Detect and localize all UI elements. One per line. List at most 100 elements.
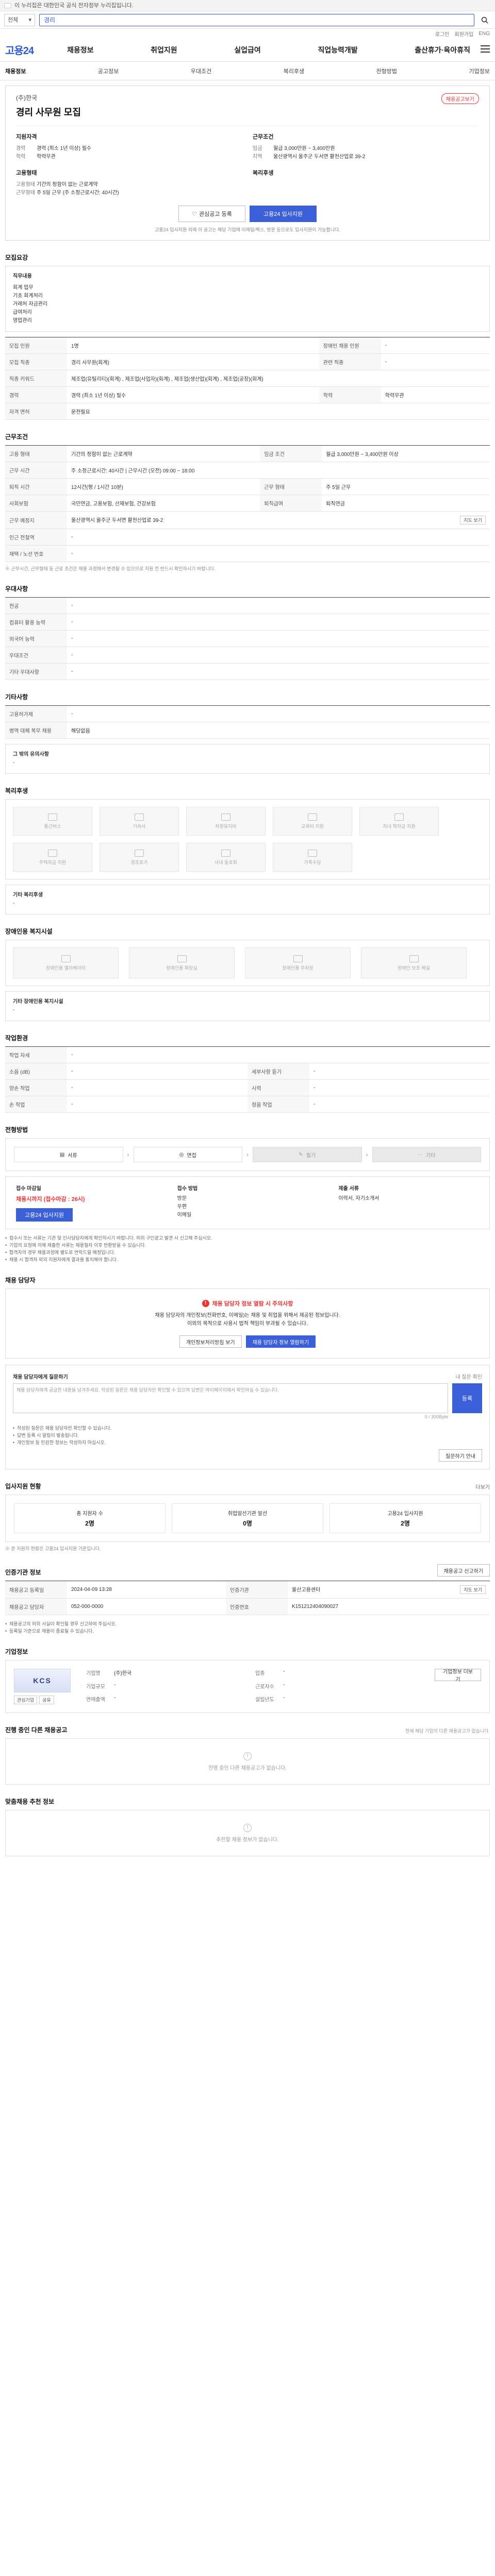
lnb-tab-preference[interactable]: 우대조건	[191, 67, 211, 75]
disability-extra-box: 기타 장애인용 복지시설 -	[5, 991, 490, 1021]
welfare-item: 경조휴가	[100, 843, 179, 872]
menu-item-employment-support[interactable]: 취업지원	[151, 45, 177, 55]
menu-item-training[interactable]: 직업능력개발	[318, 45, 357, 55]
search-button[interactable]	[478, 14, 491, 26]
table-row: 근무 시간 주 소정근로시간: 40시간 | 근무시간 (오전) 09:00 ~ …	[5, 462, 490, 479]
map-button[interactable]: 지도 보기	[460, 516, 486, 524]
lang-link[interactable]: ENG	[478, 31, 490, 37]
other-extra-label: 그 밖의 유의사항	[13, 752, 49, 757]
ongoing-help: 현재 해당 기업의 다른 채용공고가 없습니다.	[405, 1728, 490, 1734]
report-posting-button[interactable]: 채용공고 신고하기	[437, 1564, 490, 1577]
registration-notes: 채용공고의 허위 사실이 확인될 경우 신고하여 주십시오. 등록일 기준으로 …	[5, 1620, 490, 1635]
deadline-value: 채용시까지 (접수마감 : 26시)	[16, 1196, 85, 1202]
view-contact-button[interactable]: 채용 담당자 정보 열람하기	[245, 1335, 316, 1348]
main-menu: 채용정보 취업지원 실업급여 직업능력개발 출산휴가·육아휴직	[67, 45, 481, 55]
people-icon	[221, 849, 230, 857]
inquiry-head: 채용 담당자에게 질문하기 내 질문 확인	[13, 1372, 482, 1380]
section-title-stats: 입사지원 현황	[5, 1483, 41, 1490]
welfare-item: 차량유지비	[186, 807, 266, 836]
table-row: 자격 면허 운전필요	[5, 403, 490, 420]
menu-item-unemployment-benefits[interactable]: 실업급여	[234, 45, 261, 55]
arrow-right-icon: ›	[246, 1151, 249, 1158]
signup-link[interactable]: 회원가입	[455, 30, 474, 38]
table-row: 모집 인원 1명 장애인 채용 인원 -	[5, 337, 490, 354]
util-links: 로그인 회원가입 ENG	[0, 29, 495, 38]
lnb-tab-posting[interactable]: 공고정보	[98, 67, 119, 75]
info-icon: !	[243, 1823, 252, 1832]
company-name[interactable]: (주)한국	[16, 93, 479, 102]
alert-icon: !	[202, 1300, 209, 1307]
summary-row: 임금 월급 3,000만원 ~ 3,400만원	[253, 146, 335, 151]
menu-item-parental-leave[interactable]: 출산휴가·육아휴직	[415, 45, 470, 55]
document-icon: ▤	[59, 1151, 65, 1158]
table-row: 채용공고 담당자 052-000-0000 인증번호 K151212404090027	[5, 1598, 490, 1615]
search-icon	[481, 16, 488, 24]
inquiry-guide-button[interactable]: 질문하기 안내	[439, 1449, 482, 1462]
section-title-contact: 채용 담당자	[5, 1277, 36, 1284]
site-logo[interactable]: 고용24	[5, 42, 67, 57]
apply-button[interactable]: 고용24 입사지원	[250, 206, 317, 222]
welfare-item: 교육비 지원	[273, 807, 352, 836]
summary-heading: 근무조건	[253, 134, 274, 140]
gov-notice-text: 이 누리집은 대한민국 공식 전자정부 누리집입니다.	[14, 2, 134, 9]
lnb-tab-welfare[interactable]: 복리후생	[284, 67, 304, 75]
inquiry-textarea[interactable]: 채용 담당자에게 궁금한 내용을 남겨주세요. 작성된 질문은 채용 담당자만 …	[13, 1383, 448, 1413]
disability-item: 장애인용 엘리베이터	[13, 947, 119, 978]
search-scope-select[interactable]: 전체 ▾	[4, 13, 35, 26]
table-row: 퇴직 시간 12시간(평 / 1시간 10분) 근무 형태 주 5일 근무	[5, 478, 490, 495]
menu-icon[interactable]	[481, 45, 490, 54]
process-step-written: ✎ 필기	[253, 1147, 362, 1162]
share-button[interactable]: 공유	[39, 1696, 54, 1704]
apply-documents: 제출 서류 이력서, 자기소개서	[338, 1186, 380, 1201]
stats-head: 입사지원 현황 더보기	[5, 1482, 490, 1490]
table-row: 근무 예정지 울산광역시 울주군 두서면 활천산업로 39-2 지도 보기	[5, 511, 490, 529]
lnb-tab-company[interactable]: 기업정보	[469, 67, 489, 75]
table-row: 외국어 능력 -	[5, 630, 490, 647]
inquiry-submit-button[interactable]: 등록	[452, 1383, 482, 1413]
stats-more-link[interactable]: 더보기	[475, 1483, 490, 1490]
summary-col-qualification: 지원자격 경력 경력 (최소 1년 이상) 필수 학력 학력무관 고용형태 고용형태…	[16, 132, 242, 197]
duty-line: 기초 회계처리	[13, 293, 43, 299]
welfare-item: 통근버스	[13, 807, 92, 836]
enterprise-info: 기업명 (주)한국 업종 - 기업규모 - 근로자수 - 연매출액 - 설립년도 -	[86, 1669, 285, 1703]
disability-extra-label: 기타 장애인용 복지시설	[13, 999, 63, 1005]
view-posting-badge[interactable]: 채용공고보기	[441, 93, 479, 104]
section-title-disability: 장애인용 복지시설	[5, 928, 53, 935]
disability-item: 장애인용 주차장	[245, 947, 351, 978]
welfare-extra-value: -	[13, 901, 15, 906]
add-interest-button[interactable]: ♡ 관심공고 등록	[178, 206, 245, 222]
header-icons	[481, 45, 490, 54]
enterprise-logo-area: KCS 관심기업 공유	[14, 1669, 76, 1704]
arrow-right-icon: ›	[127, 1151, 129, 1158]
money-icon	[48, 849, 57, 857]
flag-icon	[4, 3, 11, 8]
apply-notes: 접수시 또는 서류는 기관 및 인사담당자에게 확인하시기 바랍니다. 허위 구…	[5, 1234, 490, 1263]
table-row: 직종 키워드 제조업(유틸리티)(회계) , 제조업(사업자)(회계) , 제조업…	[5, 370, 490, 387]
agency-map-button[interactable]: 지도 보기	[460, 1585, 486, 1594]
summary-row: 지역 울산광역시 울주군 두서면 활천산업로 39-2	[253, 154, 366, 160]
summary-heading: 고용형태	[16, 170, 37, 176]
process-step-other: ⋯ 기타	[372, 1147, 481, 1162]
enterprise-logo-buttons: 관심기업 공유	[14, 1696, 76, 1704]
chevron-down-icon: ▾	[28, 16, 31, 23]
apply-button-secondary[interactable]: 고용24 입사지원	[16, 1208, 73, 1222]
search-input[interactable]	[39, 13, 474, 26]
search-scope-value: 전체	[8, 16, 19, 23]
lnb-tab-process[interactable]: 전형방법	[376, 67, 397, 75]
welfare-extra-box: 기타 복리후생 -	[5, 885, 490, 914]
bus-icon	[48, 813, 57, 821]
process-step-interview: ◎ 면접	[133, 1147, 242, 1162]
interest-company-button[interactable]: 관심기업	[14, 1696, 38, 1704]
recommend-empty: ! 추천할 채용 정보가 없습니다.	[5, 1810, 490, 1856]
menu-item-jobs[interactable]: 채용정보	[67, 45, 94, 55]
lnb-tab-jobs[interactable]: 채용정보	[5, 67, 26, 75]
contact-box: ! 채용 담당자 정보 열람 시 주의사항 채용 담당자의 개인정보(전화번호, …	[5, 1289, 490, 1359]
ongoing-empty: ! 진행 중인 다른 채용공고가 없습니다.	[5, 1738, 490, 1785]
disability-grid: 장애인용 엘리베이터 장애인용 화장실 장애인용 주차장 장애인 보조 해설	[5, 940, 490, 986]
my-question-link[interactable]: 내 질문 확인	[455, 1372, 482, 1380]
privacy-policy-button[interactable]: 개인정보처리방침 보기	[179, 1335, 242, 1348]
company-more-button[interactable]: 기업정보 더보기	[435, 1669, 481, 1683]
table-row: 사회보험 국민연금, 고용보험, 산재보험, 건강보험 퇴직급여 퇴직연금	[5, 495, 490, 512]
other-extra-value: -	[13, 760, 15, 766]
login-link[interactable]: 로그인	[435, 30, 450, 38]
